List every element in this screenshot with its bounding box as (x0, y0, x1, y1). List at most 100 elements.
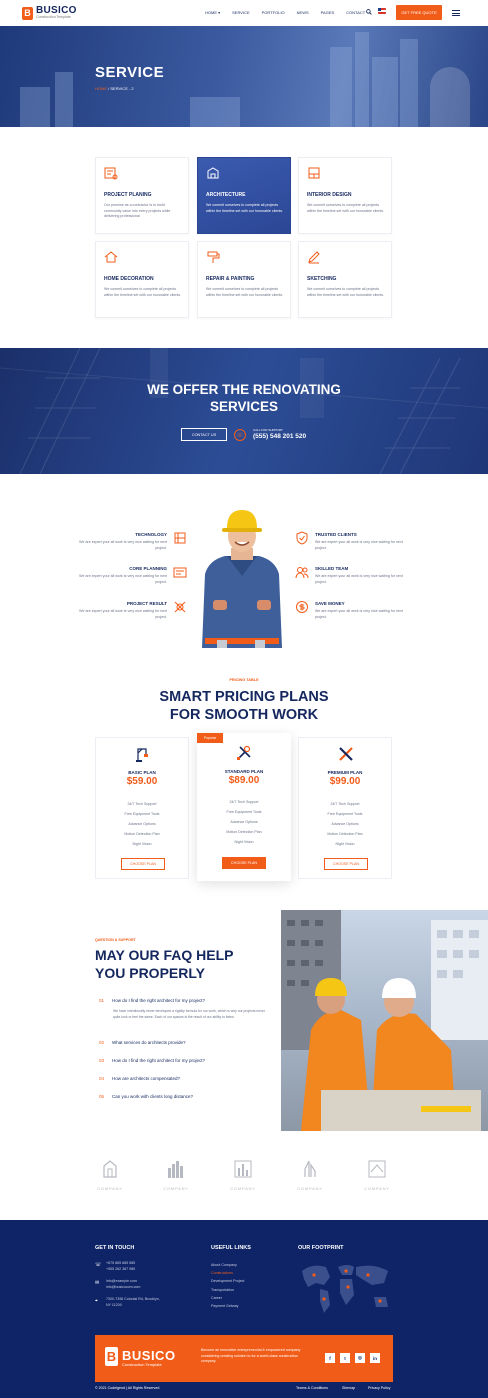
footer-phone-2[interactable]: +555 262 387 985 (106, 1267, 135, 1273)
search-icon[interactable] (366, 9, 372, 17)
footer-bottom-terms[interactable]: Teams & Conditions (296, 1386, 328, 1390)
nav-service[interactable]: SERVICE (232, 10, 250, 15)
feature-desc: We are expert your all work is very nice… (79, 609, 167, 619)
faq-number: 04 (99, 1076, 105, 1081)
feature-project-result: PROJECT RESULT We are expert your all wo… (67, 601, 167, 620)
footer-link-development[interactable]: Development Project (211, 1277, 244, 1285)
footer-logo-icon[interactable]: B (105, 1347, 118, 1366)
service-title: PROJECT PLANING (104, 192, 152, 198)
faq-number: 05 (99, 1094, 105, 1099)
service-card-interior-design[interactable]: INTERIOR DESIGN We commit ourselves to c… (298, 157, 392, 234)
faq-number: 02 (99, 1040, 105, 1045)
footer-email-1[interactable]: info@example.com (106, 1279, 140, 1285)
result-icon (174, 601, 186, 613)
company-label: COMPANY (364, 1186, 390, 1191)
linkedin-icon[interactable]: in (370, 1353, 380, 1363)
client-logo[interactable]: COMPANY (223, 1160, 263, 1191)
service-card-architecture[interactable]: ARCHITECTURE We commit ourselves to comp… (197, 157, 291, 234)
get-free-quote-button[interactable]: GET FREE QUOTE (396, 5, 442, 20)
instagram-icon[interactable]: ◎ (355, 1353, 365, 1363)
offer-heading-line1: WE OFFER THE RENOVATING (147, 382, 341, 397)
feature-title: TECHNOLOGY (135, 532, 167, 537)
footer-link-transportation[interactable]: Transportation (211, 1286, 244, 1294)
choose-plan-button[interactable]: CHOOSE PLAN (121, 858, 165, 870)
breadcrumb: HOME / SERVICE - 2 (95, 86, 134, 91)
footer-phone: +675 865 685 585 +555 262 387 985 (106, 1261, 135, 1272)
footer-link-career[interactable]: Career (211, 1294, 244, 1302)
plan-feature: Advance Options (331, 822, 359, 826)
faq-item[interactable]: 04 How are architects compensated? (99, 1076, 180, 1081)
feature-desc: We are expert your all work is very nice… (315, 540, 403, 550)
footer-links: About Company Constructions Development … (211, 1261, 244, 1310)
footer-bottom-sitemap[interactable]: Sitemap (342, 1386, 355, 1390)
faq-item[interactable]: 01 How do I find the right architect for … (99, 998, 205, 1003)
service-title: SKETCHING (307, 276, 337, 282)
footer-link-constructions[interactable]: Constructions (211, 1269, 244, 1277)
feature-desc: We are expert your all work is very nice… (315, 609, 403, 619)
plan-name: BASIC PLAN (128, 770, 156, 775)
footer-link-about[interactable]: About Company (211, 1261, 244, 1269)
choose-plan-button[interactable]: CHOOSE PLAN (222, 857, 266, 869)
footer-bottom-privacy[interactable]: Privacy Policy (368, 1386, 390, 1390)
logo[interactable]: BUSICO Construction Template (36, 6, 77, 20)
footer-address-2: NY 11209 (106, 1302, 122, 1307)
nav-portfolio[interactable]: PORTFOLIO (262, 10, 285, 15)
faq-answer: We have intentionally never developed a … (113, 1009, 265, 1019)
faq-question: How do I find the right architect for my… (112, 998, 206, 1003)
plan-feature: Free Equipment Tools (124, 812, 160, 816)
plan-feature: Motion Detection Plan (226, 830, 262, 834)
nav-news[interactable]: NEWS (297, 10, 309, 15)
faq-title: MAY OUR FAQ HELP YOU PROPERLY (95, 946, 275, 982)
plan-price: $59.00 (126, 776, 158, 787)
faq-item[interactable]: 03 How do I find the right architect for … (99, 1058, 205, 1063)
nav-pages[interactable]: PAGES (321, 10, 335, 15)
service-card-sketching[interactable]: SKETCHING We commit ourselves to complet… (298, 241, 392, 318)
feature-desc: We are expert your all work is very nice… (79, 540, 167, 550)
footer-email-2[interactable]: info@busicocom.com (106, 1285, 140, 1291)
page-title: SERVICE (95, 64, 165, 81)
company-logo-icon (103, 1160, 117, 1178)
nav-home[interactable]: HOME ▾ (205, 10, 220, 15)
menu-icon[interactable] (452, 10, 460, 16)
page-hero: SERVICE HOME / SERVICE - 2 (0, 26, 488, 127)
plan-feature: Advance Options (128, 822, 156, 826)
feature-title: SKILLED TEAM (315, 566, 349, 571)
contact-us-button[interactable]: CONTACT US (181, 428, 227, 441)
faq-item[interactable]: 02 What services do architects provide? (99, 1040, 186, 1045)
service-card-repair-painting[interactable]: REPAIR & PAINTING We commit ourselves to… (197, 241, 291, 318)
footer-link-payment[interactable]: Payment Getway (211, 1302, 244, 1310)
client-logo[interactable]: COMPANY (357, 1160, 397, 1191)
service-card-home-decoration[interactable]: HOME DECORATION We commit ourselves to c… (95, 241, 189, 318)
feature-title: SAVE MONEY (315, 601, 345, 606)
footer-footprint-title: OUR FOOTPRINT (298, 1245, 344, 1251)
breadcrumb-home[interactable]: HOME (95, 86, 107, 91)
faq-item[interactable]: 05 Can you work with clients long distanc… (99, 1094, 193, 1099)
plan-premium: PREMIUM PLAN $99.00 24/7 Tech Support Fr… (298, 737, 392, 879)
client-logo[interactable]: COMPANY (90, 1160, 130, 1191)
nav-contact[interactable]: CONTACT (346, 10, 365, 15)
feature-skilled-team: SKILLED TEAM We are expert your all work… (315, 566, 415, 585)
plan-feature: Night Vision (234, 840, 254, 844)
plan-feature: Night Vision (132, 842, 152, 846)
service-card-project-planing[interactable]: PROJECT PLANING Our promise as a contrac… (95, 157, 189, 234)
client-logo[interactable]: COMPANY (156, 1160, 196, 1191)
flag-icon[interactable] (378, 8, 386, 16)
plan-feature: Free Equipment Tools (226, 810, 262, 814)
choose-plan-button[interactable]: CHOOSE PLAN (324, 858, 368, 870)
plan-feature: 24/7 Tech Support (127, 802, 157, 806)
footer-logo-title: BUSICO (122, 1348, 176, 1363)
twitter-icon[interactable]: t (340, 1353, 350, 1363)
logo-icon[interactable]: B (22, 6, 33, 20)
company-logo-icon (168, 1161, 183, 1178)
service-desc: We commit ourselves to complete all proj… (307, 287, 385, 297)
service-title: HOME DECORATION (104, 276, 154, 282)
facebook-icon[interactable]: f (325, 1353, 335, 1363)
client-logo[interactable]: COMPANY (290, 1160, 330, 1191)
service-title: INTERIOR DESIGN (307, 192, 352, 198)
footer-phone-1[interactable]: +675 865 685 585 (106, 1261, 135, 1267)
support-phone[interactable]: (555) 548 201 520 (253, 433, 306, 440)
shield-check-icon (296, 531, 308, 545)
company-logo-icon (304, 1160, 316, 1177)
feature-trusted-clients: TRUSTED CLIENTS We are expert your all w… (315, 532, 415, 551)
plan-feature: 24/7 Tech Support (229, 800, 259, 804)
